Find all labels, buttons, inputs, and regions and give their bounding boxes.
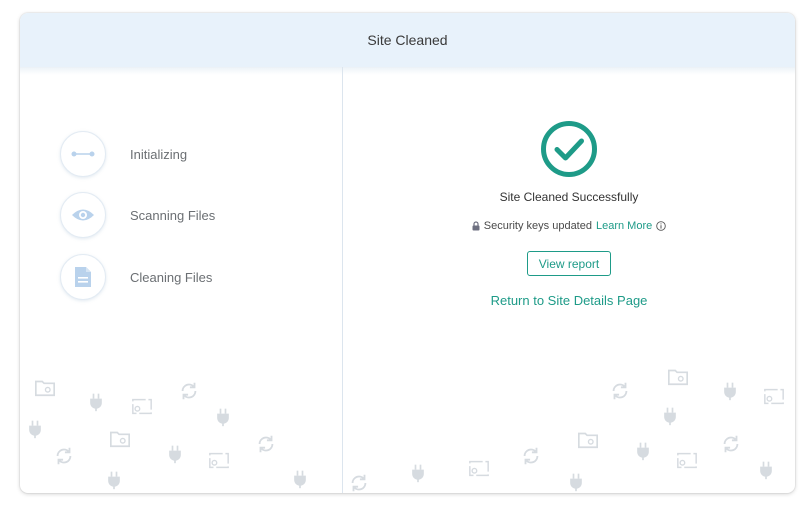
folder-icon — [33, 376, 57, 398]
info-icon[interactable] — [656, 221, 667, 231]
plug-icon — [25, 418, 45, 440]
folder-link-icon — [762, 385, 786, 407]
plug-icon — [566, 471, 586, 493]
plug-icon — [633, 440, 653, 462]
page-title: Site Cleaned — [367, 32, 448, 48]
plug-icon — [660, 405, 680, 427]
step-icon-circle — [60, 192, 106, 238]
step-label: Scanning Files — [130, 207, 216, 223]
connector-icon — [71, 151, 95, 157]
security-keys-text: Security keys updated — [483, 220, 592, 232]
folder-link-icon — [675, 449, 699, 471]
eye-icon — [72, 209, 94, 221]
step-cleaning-files: Cleaning Files — [60, 254, 212, 300]
folder-icon — [576, 428, 600, 450]
folder-link-icon — [207, 449, 231, 471]
check-circle-icon — [541, 121, 597, 177]
plug-icon — [720, 380, 740, 402]
lock-icon — [472, 221, 480, 231]
scan-result-card: Site Cleaned Initializing Scanning Files… — [20, 13, 795, 493]
learn-more-link[interactable]: Learn More — [596, 220, 652, 232]
header-shadow — [20, 67, 795, 75]
refresh-icon — [720, 433, 742, 455]
plug-icon — [290, 468, 310, 490]
step-icon-circle — [60, 131, 106, 177]
step-initializing: Initializing — [60, 131, 187, 177]
plug-icon — [408, 462, 428, 484]
refresh-icon — [255, 433, 277, 455]
folder-icon — [666, 365, 690, 387]
refresh-icon — [53, 445, 75, 467]
plug-icon — [86, 391, 106, 413]
success-title: Site Cleaned Successfully — [499, 190, 639, 204]
step-scanning-files: Scanning Files — [60, 192, 215, 238]
success-check — [343, 120, 795, 178]
refresh-icon — [178, 380, 200, 402]
refresh-icon — [348, 472, 370, 493]
card-header: Site Cleaned — [20, 13, 795, 68]
refresh-icon — [609, 380, 631, 402]
step-label: Initializing — [130, 146, 188, 162]
return-to-site-details-link[interactable]: Return to Site Details Page — [343, 293, 795, 308]
folder-link-icon — [130, 395, 154, 417]
refresh-icon — [520, 445, 542, 467]
security-keys-row: Security keys updated Learn More — [343, 220, 795, 232]
plug-icon — [165, 443, 185, 465]
folder-icon — [108, 427, 132, 449]
folder-link-icon — [467, 457, 491, 479]
step-icon-circle — [60, 254, 106, 300]
document-icon — [75, 267, 91, 287]
step-label: Cleaning Files — [130, 269, 213, 285]
plug-icon — [213, 406, 233, 428]
plug-icon — [104, 469, 124, 491]
plug-icon — [756, 459, 776, 481]
view-report-button[interactable]: View report — [526, 251, 612, 276]
view-report-wrap: View report — [343, 251, 795, 276]
